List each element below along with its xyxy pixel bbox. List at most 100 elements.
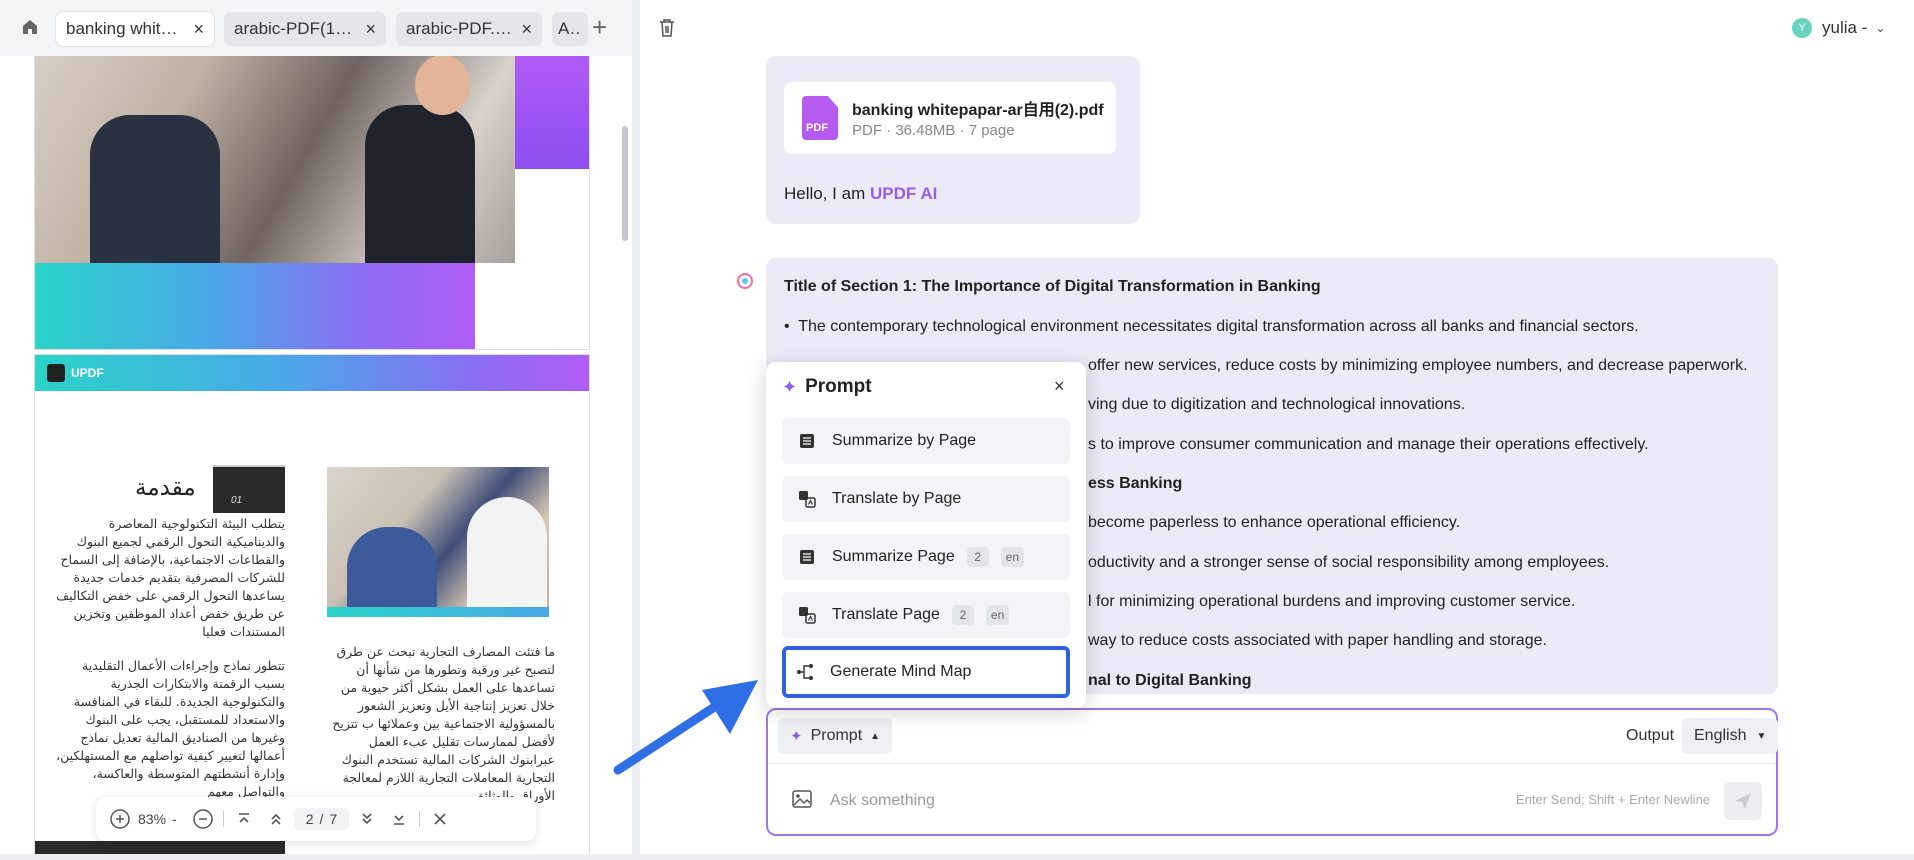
language-badge[interactable]: en bbox=[1000, 547, 1025, 567]
answer-bullet: • The contemporary technological environ… bbox=[784, 318, 1639, 335]
keyboard-hint: Enter Send; Shift + Enter Newline bbox=[1516, 792, 1711, 807]
prompt-menu-header: ✦ Prompt bbox=[782, 376, 872, 398]
answer-line: offer new services, reduce costs by mini… bbox=[1088, 357, 1748, 374]
handshake-photo bbox=[35, 56, 515, 265]
language-badge[interactable]: en bbox=[985, 605, 1010, 625]
divider bbox=[419, 811, 421, 827]
tab-label: arabic-PDF.pdf bbox=[406, 19, 514, 38]
translate-icon bbox=[798, 606, 816, 624]
arabic-paragraph: تتطور نماذج وإجراءات الأعمال التقليدية ب… bbox=[56, 658, 285, 799]
chevron-down-icon: ⌄ bbox=[1875, 21, 1886, 35]
sparkle-icon: ✦ bbox=[782, 376, 798, 397]
answer-line: oductivity and a stronger sense of socia… bbox=[1088, 554, 1610, 571]
last-page-icon[interactable] bbox=[387, 807, 411, 831]
section-number: 01 bbox=[231, 495, 243, 506]
caret-up-icon: ▲ bbox=[870, 730, 881, 742]
close-icon[interactable] bbox=[428, 807, 452, 831]
page-badge[interactable]: 2 bbox=[966, 547, 989, 567]
home-icon[interactable] bbox=[20, 17, 42, 39]
answer-heading: ess Banking bbox=[1088, 475, 1183, 492]
ai-brand: UPDF AI bbox=[869, 184, 938, 203]
pdf-page-2: UPDF مقدمة 01 يتطلب البيئة التكنولوجية ا… bbox=[34, 354, 590, 854]
pdf-badge: PDF bbox=[806, 122, 828, 134]
welcome-message: PDF banking whitepapar-ar自用(2).pdf PDF ·… bbox=[766, 56, 1140, 224]
prompt-item-label: Generate Mind Map bbox=[830, 663, 972, 680]
caret-down-icon: ▼ bbox=[1756, 730, 1767, 742]
answer-line: l for minimizing operational burdens and… bbox=[1088, 593, 1576, 610]
divider bbox=[222, 811, 224, 827]
zoom-level[interactable]: 83% bbox=[138, 811, 166, 827]
prompt-item-label: Translate by Page bbox=[832, 490, 962, 507]
answer-line: s to improve consumer communication and … bbox=[1088, 436, 1649, 453]
vertical-scrollbar[interactable] bbox=[622, 126, 628, 241]
tab-ani[interactable]: Ani bbox=[552, 12, 588, 46]
list-icon bbox=[798, 432, 816, 450]
next-page-icon[interactable] bbox=[355, 807, 379, 831]
output-language-select[interactable]: English ▼ bbox=[1682, 718, 1779, 754]
page-navigation-toolbar: 83% - 2 / 7 bbox=[96, 797, 536, 841]
section-title: مقدمة bbox=[135, 475, 196, 501]
page-badge[interactable]: 2 bbox=[951, 605, 974, 625]
first-page-icon[interactable] bbox=[232, 807, 256, 831]
prompt-generate-mind-map[interactable]: Generate Mind Map bbox=[782, 646, 1070, 698]
answer-heading: nal to Digital Banking bbox=[1088, 672, 1252, 689]
close-icon[interactable]: × bbox=[521, 19, 532, 40]
prompt-item-label: Summarize by Page bbox=[832, 432, 977, 449]
decorative-block bbox=[35, 841, 285, 854]
send-button[interactable] bbox=[1724, 782, 1762, 820]
meeting-photo bbox=[327, 467, 549, 617]
answer-line: become paperless to enhance operational … bbox=[1088, 514, 1461, 531]
prompt-item-label: Translate Page bbox=[832, 606, 940, 623]
close-icon[interactable]: × bbox=[365, 19, 376, 40]
trash-icon[interactable] bbox=[658, 18, 678, 40]
prompt-translate-page[interactable]: Translate Page 2 en bbox=[782, 592, 1070, 638]
sparkle-icon: ✦ bbox=[790, 728, 803, 745]
tab-arabic-pdf[interactable]: arabic-PDF.pdf × bbox=[396, 12, 542, 46]
close-icon[interactable]: × bbox=[1054, 376, 1065, 397]
zoom-dropdown[interactable]: - bbox=[172, 811, 177, 827]
answer-line: ving due to digitization and technologic… bbox=[1088, 396, 1466, 413]
current-page[interactable]: 2 bbox=[306, 811, 314, 827]
tab-bar: banking whitep... × arabic-PDF(1).... × … bbox=[0, 0, 632, 56]
tab-label: Ani bbox=[558, 19, 582, 38]
file-name: banking whitepapar-ar自用(2).pdf bbox=[852, 102, 1104, 119]
page-number-field[interactable]: 2 / 7 bbox=[293, 808, 350, 830]
add-tab-button[interactable]: + bbox=[592, 14, 607, 40]
zoom-out-icon[interactable] bbox=[191, 807, 215, 831]
total-pages: 7 bbox=[329, 811, 338, 827]
close-icon[interactable]: × bbox=[193, 19, 204, 40]
user-menu[interactable]: Y yulia - ⌄ bbox=[1792, 18, 1885, 38]
arabic-paragraph: يتطلب البيئة التكنولوجية المعاصرة والدين… bbox=[56, 516, 285, 639]
tab-label: arabic-PDF(1).... bbox=[234, 19, 358, 38]
image-upload-icon[interactable] bbox=[792, 790, 814, 810]
ask-input[interactable] bbox=[830, 788, 1390, 814]
answer-line: way to reduce costs associated with pape… bbox=[1088, 632, 1547, 649]
prompt-dropdown-button[interactable]: ✦ Prompt ▲ bbox=[778, 718, 893, 754]
avatar: Y bbox=[1792, 18, 1812, 38]
prompt-menu-title: Prompt bbox=[805, 376, 872, 397]
prompt-item-label: Summarize Page bbox=[832, 548, 955, 565]
output-label: Output bbox=[1626, 727, 1675, 744]
translate-icon bbox=[798, 490, 816, 508]
chat-input-box: ✦ Prompt ▲ Output English ▼ Enter Send; … bbox=[766, 708, 1779, 836]
divider bbox=[768, 763, 1776, 764]
updf-logo-icon bbox=[47, 364, 65, 382]
prompt-summarize-page[interactable]: Summarize Page 2 en bbox=[782, 534, 1070, 580]
previous-page-icon[interactable] bbox=[264, 807, 288, 831]
page-header: UPDF bbox=[35, 355, 589, 391]
mindmap-icon bbox=[796, 663, 814, 681]
language-value: English bbox=[1694, 727, 1747, 744]
ai-assistant-icon bbox=[736, 272, 754, 290]
pointer-arrow bbox=[613, 680, 758, 775]
prompt-menu: ✦ Prompt × Summarize by Page Translate b… bbox=[766, 362, 1086, 708]
pdf-viewport[interactable]: UPDF مقدمة 01 يتطلب البيئة التكنولوجية ا… bbox=[0, 56, 632, 854]
prompt-summarize-by-page[interactable]: Summarize by Page bbox=[782, 418, 1070, 464]
zoom-in-icon[interactable] bbox=[108, 807, 132, 831]
page-separator: / bbox=[319, 811, 324, 827]
decorative-block bbox=[515, 56, 589, 169]
tab-arabic-pdf-1[interactable]: arabic-PDF(1).... × bbox=[224, 12, 386, 46]
tab-label: banking whitep... bbox=[66, 19, 186, 38]
tab-banking-whitepaper[interactable]: banking whitep... × bbox=[56, 12, 214, 46]
answer-title: Title of Section 1: The Importance of Di… bbox=[784, 278, 1321, 295]
prompt-translate-by-page[interactable]: Translate by Page bbox=[782, 476, 1070, 522]
